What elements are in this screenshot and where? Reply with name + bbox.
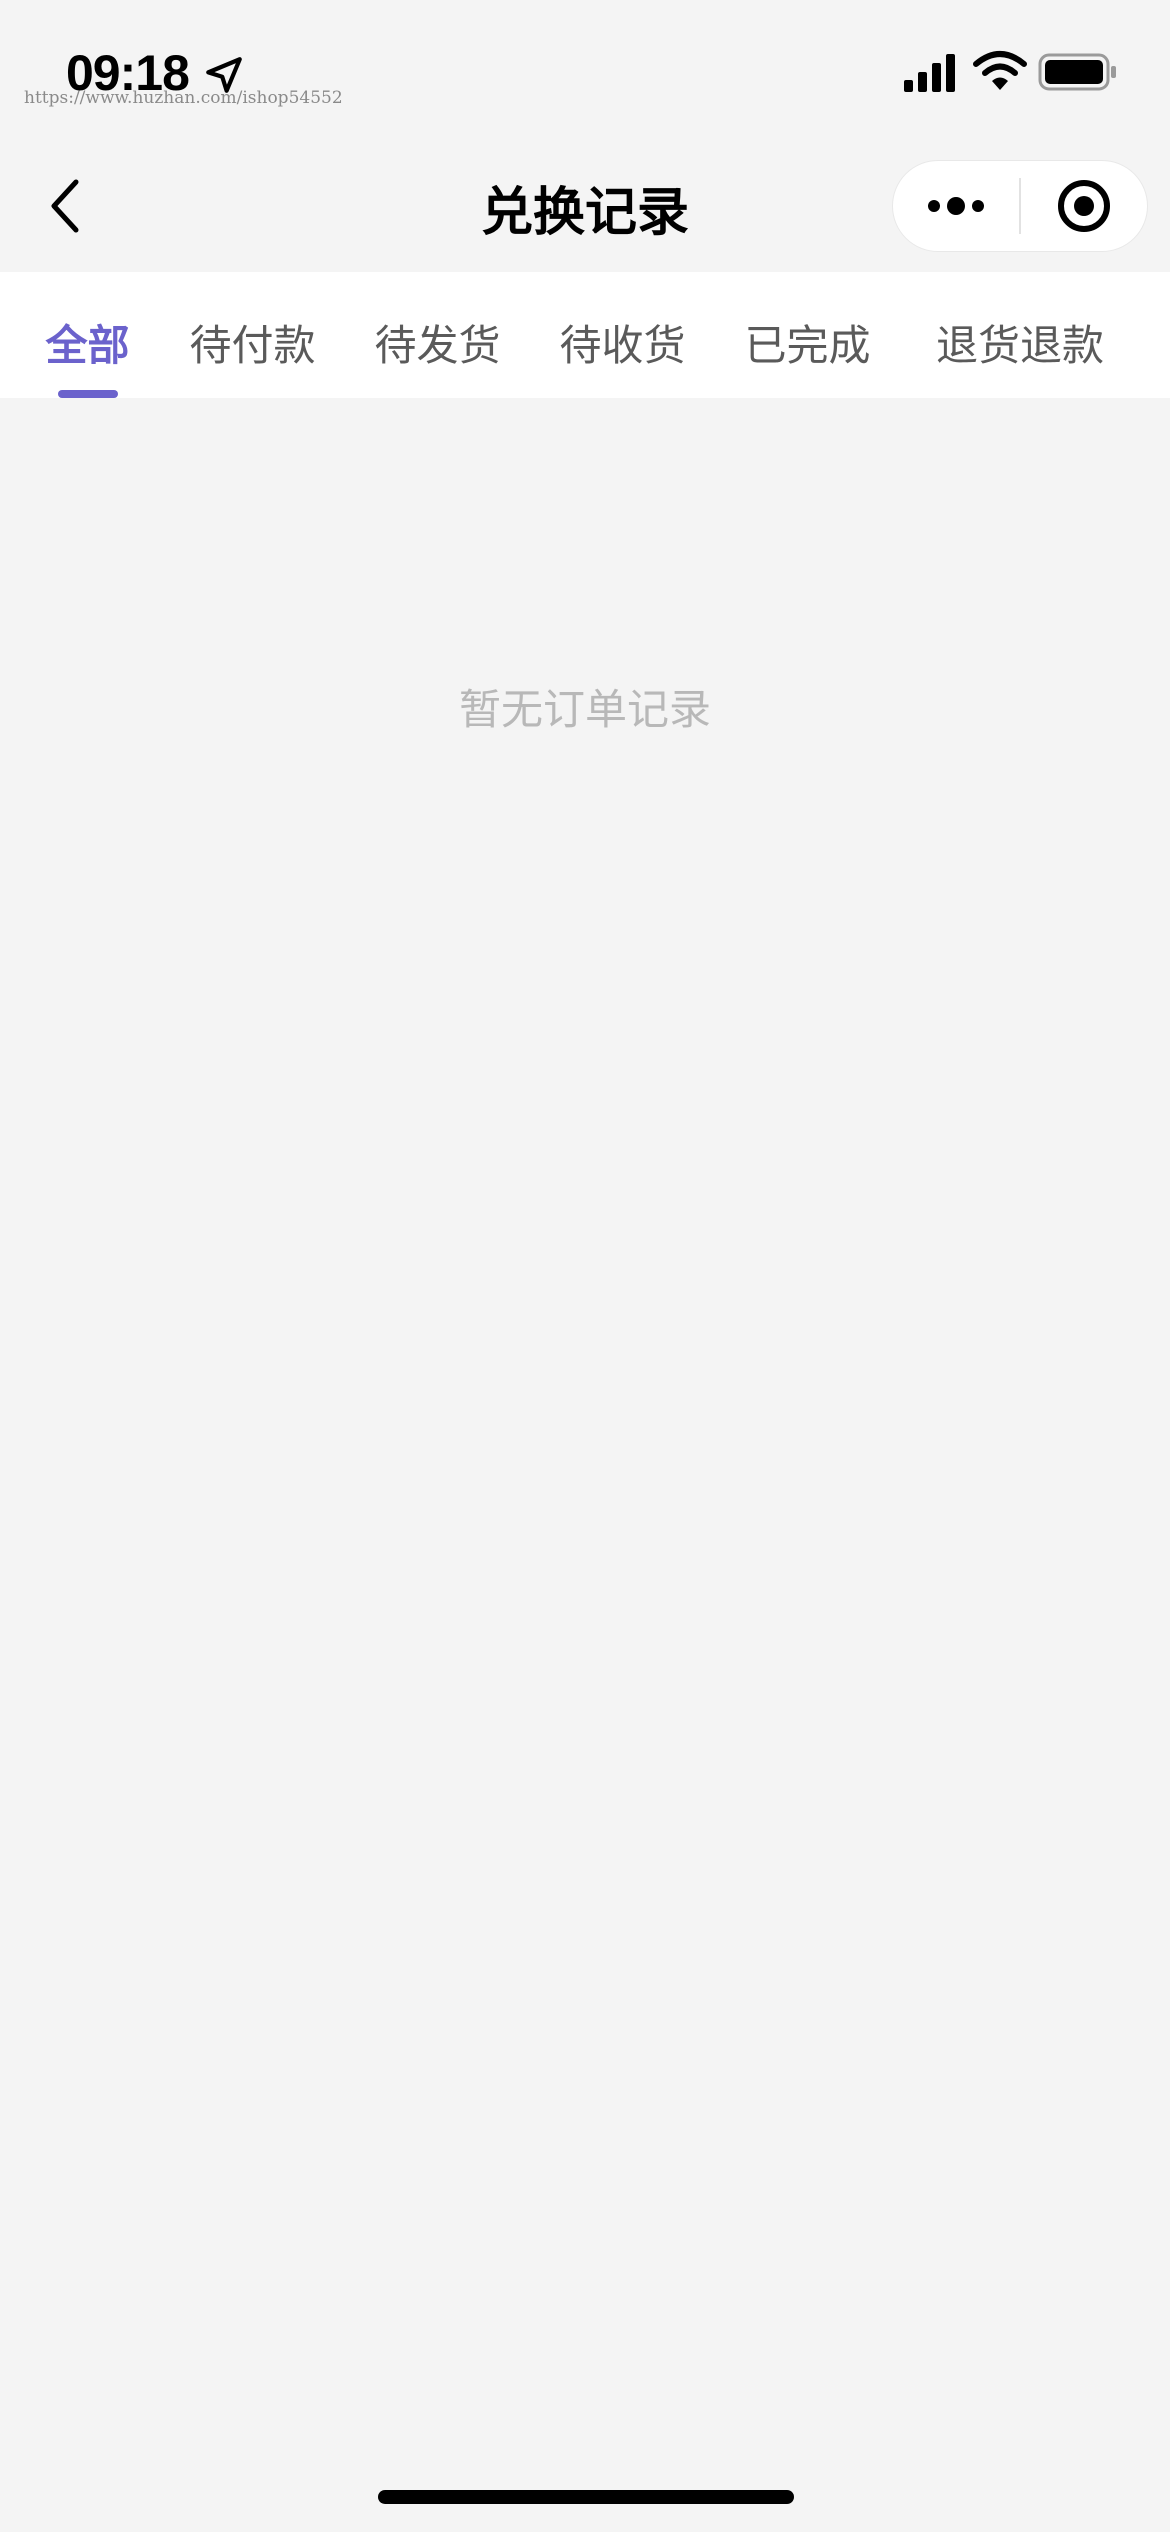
order-status-tabs: 全部 待付款 待发货 待收货 已完成 退货退款 (0, 272, 1170, 398)
home-indicator[interactable] (378, 2490, 794, 2504)
cellular-signal-icon (904, 54, 955, 92)
tab-pending-receipt[interactable]: 待收货 (550, 272, 695, 398)
close-mini-program-button[interactable] (1021, 160, 1147, 252)
wifi-icon (973, 51, 1027, 90)
status-bar: 09:18 https://www.huzhan.com/ishop54552 (0, 0, 1170, 140)
tab-label: 退货退款 (935, 321, 1104, 370)
more-dots-icon (928, 197, 984, 215)
tab-completed[interactable]: 已完成 (735, 272, 880, 398)
tab-returns-refunds[interactable]: 退货退款 (925, 272, 1115, 398)
tab-label: 已完成 (744, 321, 871, 370)
app-screen: 09:18 https://www.huzhan.com/ishop54552 (0, 0, 1170, 2532)
navigation-bar: 兑换记录 (0, 140, 1170, 272)
battery-icon (1038, 53, 1116, 91)
watermark-text: https://www.huzhan.com/ishop54552 (24, 88, 343, 108)
target-circle-icon (1057, 180, 1110, 232)
tab-label: 待收货 (559, 321, 686, 370)
active-tab-indicator (57, 390, 118, 398)
empty-state-message: 暂无订单记录 (458, 685, 711, 734)
more-button[interactable] (893, 160, 1019, 252)
tab-pending-payment[interactable]: 待付款 (180, 272, 325, 398)
tab-label: 待发货 (374, 321, 501, 370)
tab-label: 全部 (45, 321, 130, 370)
tab-label: 待付款 (189, 321, 316, 370)
tab-pending-shipment[interactable]: 待发货 (365, 272, 510, 398)
mini-program-capsule (892, 160, 1148, 252)
tab-all[interactable]: 全部 (30, 272, 145, 398)
